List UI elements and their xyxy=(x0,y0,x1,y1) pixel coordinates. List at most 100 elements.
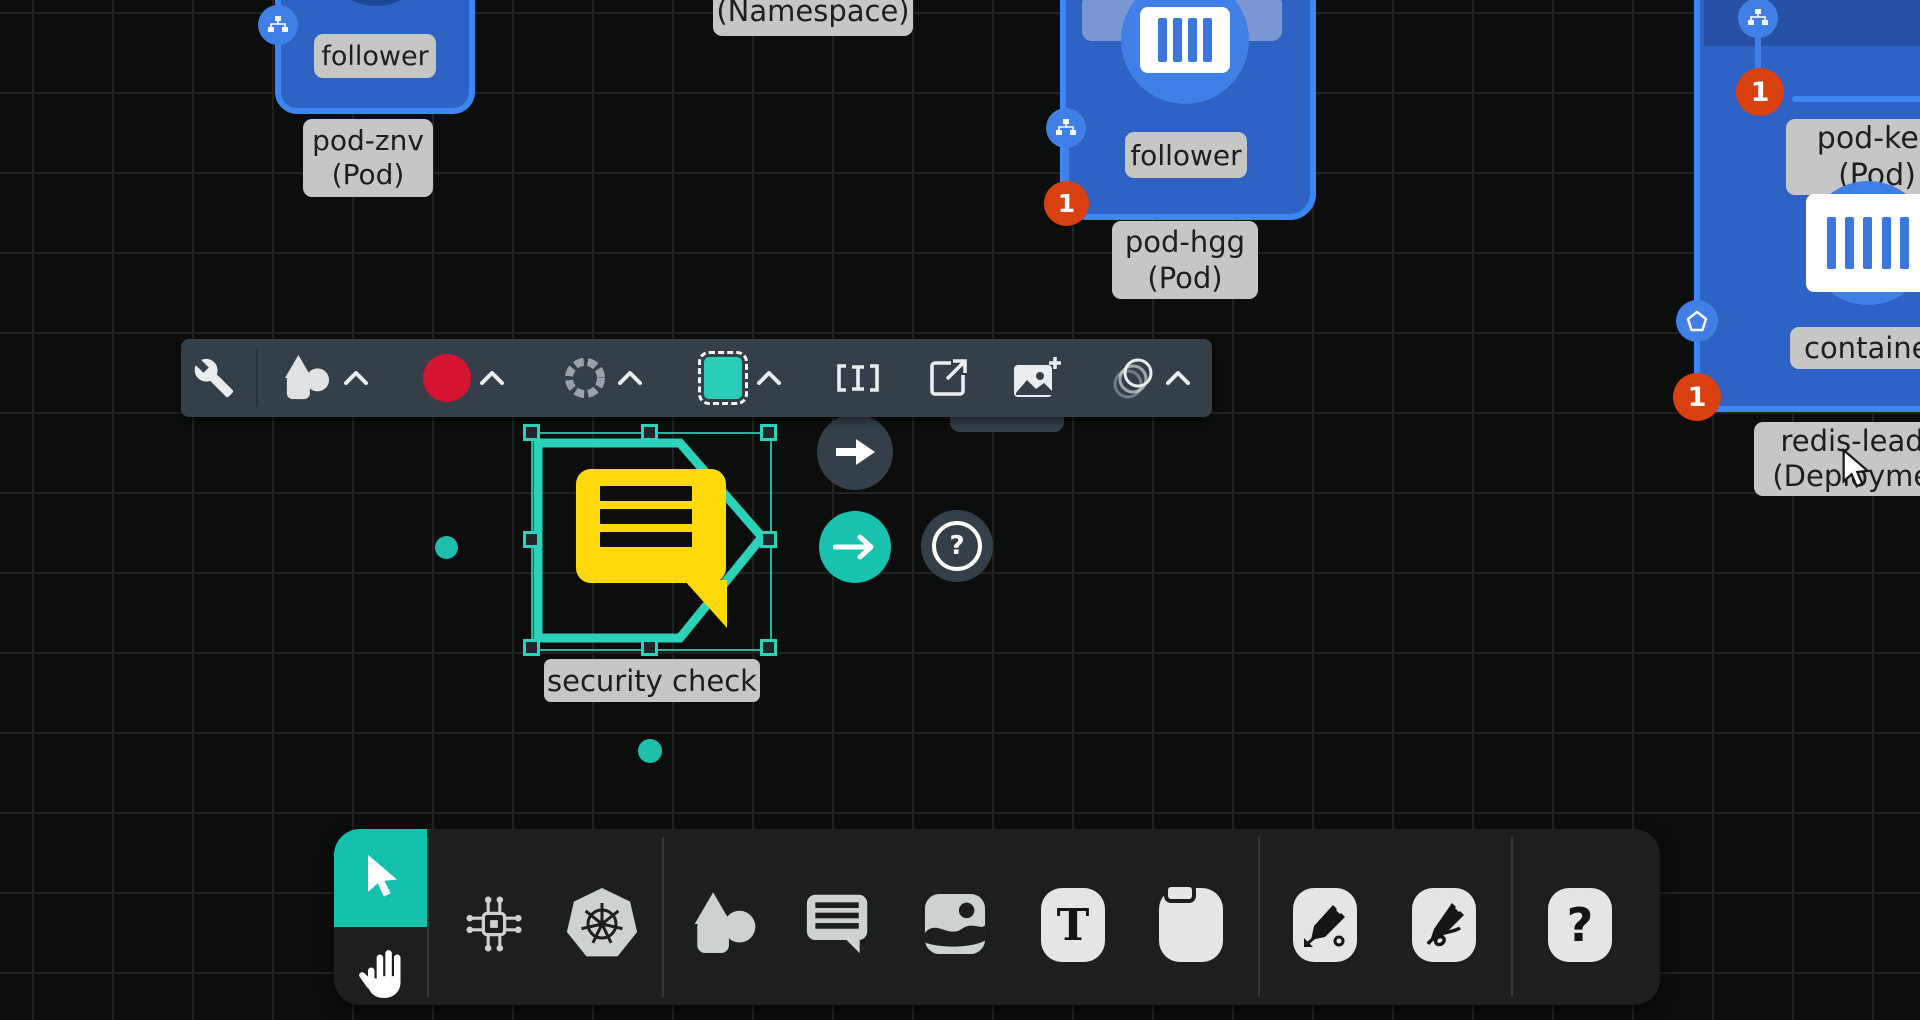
count-badge[interactable]: 1 xyxy=(1044,181,1089,226)
connection-point[interactable] xyxy=(638,739,662,763)
layers-tool-button[interactable] xyxy=(1107,339,1159,417)
style-tool-button[interactable] xyxy=(189,339,239,417)
stroke-picker-button[interactable] xyxy=(559,339,611,417)
resize-handle-nw[interactable] xyxy=(523,424,540,441)
shapes-tool-button[interactable] xyxy=(690,889,760,959)
resize-handle-sw[interactable] xyxy=(523,639,540,656)
count-badge[interactable]: 1 xyxy=(1736,68,1784,116)
hierarchy-badge-icon[interactable] xyxy=(258,5,298,45)
shape-picker-button[interactable] xyxy=(281,339,333,417)
node-name-line1: pod-kea xyxy=(1817,120,1920,157)
resize-handle-se[interactable] xyxy=(760,639,777,656)
arrow-right-icon xyxy=(833,534,877,560)
selected-shape-label: security check xyxy=(544,659,760,702)
badge-stem xyxy=(1755,36,1761,72)
text-glyph: T xyxy=(1057,900,1090,951)
red-circle-swatch xyxy=(423,354,471,402)
comment-tool-button[interactable] xyxy=(804,891,872,957)
layers-tool-chevron[interactable] xyxy=(1163,339,1193,417)
open-in-new-icon xyxy=(927,357,969,399)
question-glyph: ? xyxy=(949,531,964,561)
image-add-button[interactable] xyxy=(1011,339,1063,417)
resize-tool-button[interactable] xyxy=(833,339,883,417)
help-tool-button[interactable]: ? xyxy=(1548,888,1612,962)
resize-handle-e[interactable] xyxy=(760,531,777,548)
cursor-icon xyxy=(358,853,404,903)
dock-divider xyxy=(427,837,429,997)
namespace-label-text: (Namespace) xyxy=(716,0,909,28)
resize-handle-w[interactable] xyxy=(523,531,540,548)
node-pod-znv[interactable]: follower xyxy=(275,0,475,114)
context-toolbar xyxy=(181,339,1212,417)
sitemap-icon xyxy=(1747,9,1769,27)
shape-help-button[interactable]: ? xyxy=(921,510,993,582)
dock-divider xyxy=(662,837,664,997)
connection-point[interactable] xyxy=(435,536,458,559)
image-add-icon xyxy=(1012,355,1062,401)
note-tab-icon xyxy=(1163,882,1197,904)
color-picker-button[interactable] xyxy=(421,339,473,417)
node-icon-circle xyxy=(321,0,431,6)
node-name-label: pod-znv (Pod) xyxy=(303,119,433,197)
kubernetes-helm-icon xyxy=(564,886,640,962)
text-width-icon xyxy=(835,358,881,398)
container-icon xyxy=(1140,7,1230,73)
pan-tool-button[interactable] xyxy=(334,927,427,1020)
connector-pen-tool-button[interactable] xyxy=(1293,888,1357,962)
fill-picker-button[interactable] xyxy=(697,339,749,417)
image-tool-button[interactable] xyxy=(922,891,988,957)
resize-handle-n[interactable] xyxy=(641,424,658,441)
image-icon xyxy=(923,892,987,956)
toolbar-divider xyxy=(256,349,258,407)
layers-icon xyxy=(1108,354,1158,402)
resource-label-text: follower xyxy=(321,41,428,72)
confirm-arrow-button[interactable] xyxy=(819,511,891,583)
stroke-picker-chevron[interactable] xyxy=(615,339,645,417)
note-tool-button[interactable] xyxy=(1159,888,1223,962)
kubernetes-tool-button[interactable] xyxy=(564,886,640,962)
chip-network-icon xyxy=(463,893,525,955)
node-name-line1: pod-znv xyxy=(312,124,424,158)
sitemap-icon xyxy=(267,16,289,34)
resize-handle-ne[interactable] xyxy=(760,424,777,441)
node-name-label: pod-hgg (Pod) xyxy=(1112,221,1258,299)
text-icon: T xyxy=(1041,888,1105,962)
shapes-icon xyxy=(692,892,758,956)
note-icon xyxy=(1159,888,1223,962)
freehand-pen-tool-button[interactable] xyxy=(1412,888,1476,962)
diagram-canvas[interactable]: follower pod-znv (Pod) (Namespace) follo… xyxy=(0,0,1920,1020)
resource-label: follower xyxy=(1125,132,1247,178)
pen-arrow-icon xyxy=(1293,888,1357,962)
count-badge[interactable]: 1 xyxy=(1673,373,1721,421)
network-tool-button[interactable] xyxy=(462,892,526,956)
text-tool-button[interactable]: T xyxy=(1041,888,1105,962)
count-badge-text: 1 xyxy=(1058,189,1075,218)
chevron-up-icon xyxy=(618,371,642,385)
color-picker-chevron[interactable] xyxy=(477,339,507,417)
chevron-up-icon xyxy=(1166,371,1190,385)
pentagon-badge-icon[interactable] xyxy=(1676,300,1718,342)
badge-stem xyxy=(1063,146,1069,184)
node-inner-panel xyxy=(1704,0,1920,46)
hierarchy-badge-icon[interactable] xyxy=(1046,108,1086,148)
collapse-arrow-button[interactable] xyxy=(817,414,893,490)
bottom-toolbar: T xyxy=(334,829,1660,1005)
open-in-new-button[interactable] xyxy=(923,339,973,417)
node-name-line1: pod-hgg xyxy=(1125,224,1245,260)
fill-picker-chevron[interactable] xyxy=(754,339,784,417)
question-circle-icon: ? xyxy=(932,521,982,571)
namespace-label: (Namespace) xyxy=(713,0,913,36)
selected-shape-label-text: security check xyxy=(547,664,757,698)
container-icon-circle xyxy=(1806,181,1920,305)
comment-icon xyxy=(805,892,871,956)
dock-divider xyxy=(1511,837,1513,997)
count-badge-text: 1 xyxy=(1688,382,1707,413)
question-icon: ? xyxy=(1548,888,1612,962)
selection-bounding-box xyxy=(531,432,772,651)
teal-square-swatch xyxy=(704,357,742,399)
shape-picker-chevron[interactable] xyxy=(341,339,371,417)
ring-icon xyxy=(562,355,608,401)
select-tool-button[interactable] xyxy=(334,829,427,927)
resize-handle-s[interactable] xyxy=(641,639,658,656)
arrow-right-icon xyxy=(832,437,878,467)
